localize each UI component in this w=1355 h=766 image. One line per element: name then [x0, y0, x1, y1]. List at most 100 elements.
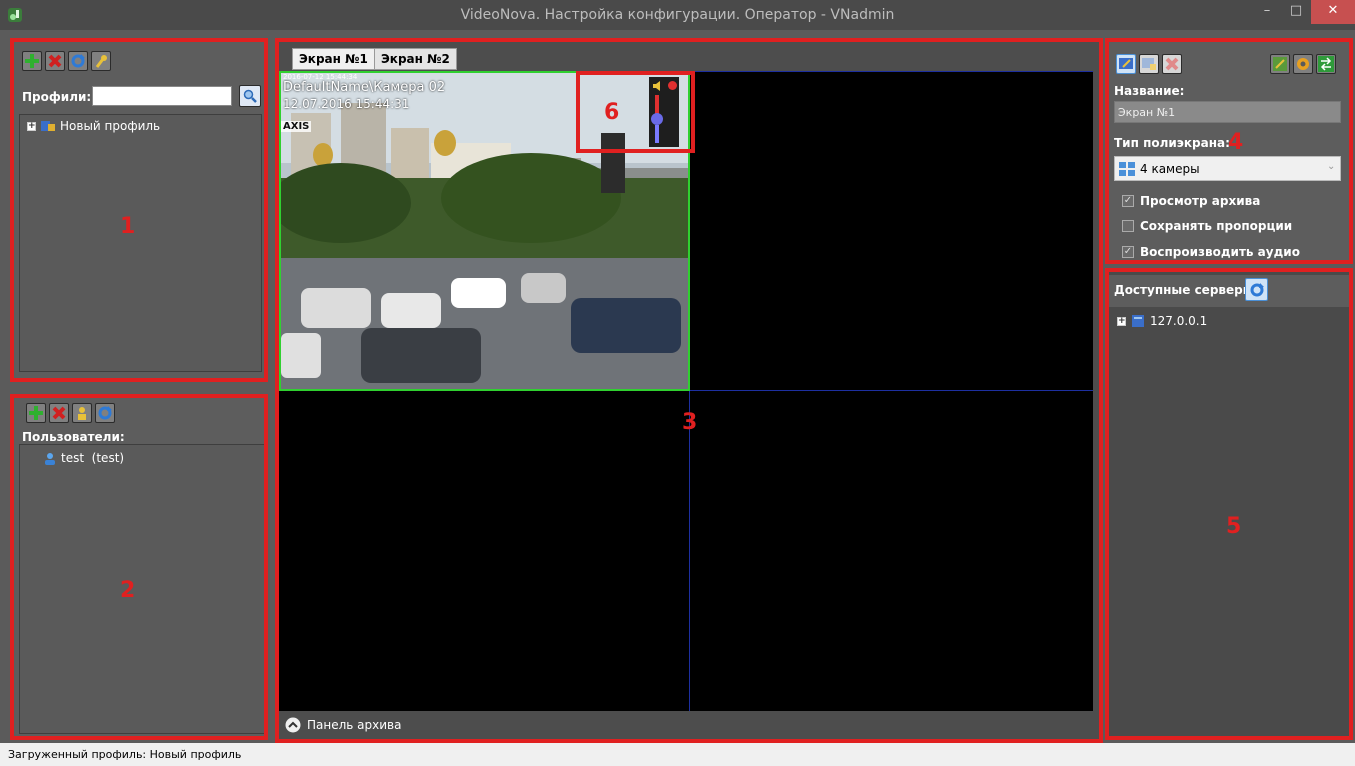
volume-slider-bottom: [655, 125, 659, 143]
screen-type-select[interactable]: 4 камеры ⌄: [1114, 156, 1341, 181]
title-bar: VideoNova. Настройка конфигурации. Опера…: [0, 0, 1355, 30]
annotation-label-4: 4: [1228, 130, 1244, 155]
expand-icon[interactable]: +: [27, 121, 36, 131]
delete-screen-button[interactable]: [1162, 54, 1182, 74]
checkbox-archive-view-label: Просмотр архива: [1140, 194, 1261, 208]
delete-profile-button[interactable]: [45, 51, 65, 71]
four-cameras-icon: [1119, 162, 1135, 176]
swap-button[interactable]: [1316, 54, 1336, 74]
delete-x-icon: [1165, 57, 1179, 71]
camera-video-frame: [281, 73, 688, 389]
checkbox-keep-proportions-label: Сохранять пропорции: [1140, 219, 1293, 233]
add-user-button[interactable]: [26, 403, 46, 423]
screen-edit-icon: [1119, 58, 1133, 69]
expand-icon[interactable]: +: [1117, 316, 1126, 326]
servers-label: Доступные серверы:: [1114, 283, 1259, 297]
speaker-icon[interactable]: [652, 80, 664, 92]
users-label: Пользователи:: [22, 430, 125, 444]
edit-profile-button[interactable]: [91, 51, 111, 71]
volume-slider-handle[interactable]: [651, 113, 663, 125]
checkbox-play-audio-label: Воспроизводить аудио: [1140, 245, 1300, 259]
server-tree-item[interactable]: + 127.0.0.1: [1117, 314, 1207, 328]
refresh-servers-button[interactable]: [1245, 278, 1268, 301]
user-list-item[interactable]: test (test): [44, 451, 124, 465]
search-icon: [243, 89, 257, 103]
properties-toolbar-left: [1116, 54, 1182, 74]
archive-panel-toggle[interactable]: Панель архива: [279, 711, 1093, 739]
tab-screen-1[interactable]: Экран №1: [292, 48, 375, 70]
tab-screen-2[interactable]: Экран №2: [374, 48, 457, 70]
add-screen-icon: [1142, 58, 1156, 70]
chevron-up-icon: [285, 717, 301, 733]
profiles-tree[interactable]: [19, 114, 262, 372]
axis-logo: AXIS: [281, 121, 312, 132]
server-icon: [1132, 315, 1144, 327]
edit-screen-button[interactable]: [1116, 54, 1136, 74]
plus-icon: [25, 54, 39, 68]
layout-edit-icon: [1273, 57, 1287, 71]
close-button[interactable]: ✕: [1311, 0, 1355, 24]
profile-icon: [41, 121, 55, 131]
checkbox-play-audio-box[interactable]: ✓: [1122, 246, 1134, 258]
checkbox-keep-proportions-box[interactable]: [1122, 220, 1134, 232]
annotation-label-2: 2: [120, 578, 136, 603]
annotation-label-3: 3: [682, 410, 698, 435]
user-icon: [45, 452, 55, 465]
camera-name-overlay: DefaultName\Камера 02: [283, 80, 446, 95]
maximize-button[interactable]: □: [1281, 0, 1311, 24]
volume-slider-top: [655, 95, 659, 115]
refresh-icon: [1250, 282, 1264, 296]
checkbox-archive-view-box[interactable]: ✓: [1122, 195, 1134, 207]
swap-arrows-icon: [1318, 56, 1334, 72]
checkbox-keep-proportions[interactable]: Сохранять пропорции: [1122, 219, 1292, 233]
status-text: Загруженный профиль: Новый профиль: [8, 748, 242, 761]
refresh-icon: [98, 406, 112, 420]
users-toolbar: [26, 403, 115, 423]
archive-panel-label: Панель архива: [307, 718, 402, 732]
settings-button[interactable]: [1293, 54, 1313, 74]
profiles-search-input[interactable]: [92, 86, 232, 106]
servers-panel: [1105, 268, 1353, 740]
profiles-search-label: Профили:: [22, 90, 92, 104]
camera-datetime-overlay: 12.07.2016 15:44:31: [283, 97, 410, 111]
screen-type-label: Тип полиэкрана:: [1114, 136, 1230, 150]
annotation-label-6: 6: [604, 100, 620, 125]
delete-x-icon: [52, 406, 66, 420]
layout-settings-button[interactable]: [1270, 54, 1290, 74]
delete-user-button[interactable]: [49, 403, 69, 423]
add-screen-button[interactable]: [1139, 54, 1159, 74]
users-list[interactable]: [19, 444, 268, 734]
add-profile-button[interactable]: [22, 51, 42, 71]
user-key-icon: [78, 407, 86, 420]
user-name: test (test): [61, 451, 125, 465]
properties-toolbar-right: [1270, 54, 1336, 74]
profile-tree-item[interactable]: + Новый профиль: [27, 119, 160, 133]
screen-type-value: 4 камеры: [1140, 162, 1200, 176]
chevron-down-icon: ⌄: [1327, 161, 1336, 172]
name-label: Название:: [1114, 84, 1185, 98]
checkbox-archive-view[interactable]: ✓ Просмотр архива: [1122, 194, 1260, 208]
refresh-icon: [71, 54, 85, 68]
checkbox-play-audio[interactable]: ✓ Воспроизводить аудио: [1122, 245, 1300, 259]
screen-name-input[interactable]: [1114, 101, 1341, 123]
delete-x-icon: [48, 54, 62, 68]
refresh-users-button[interactable]: [95, 403, 115, 423]
camera-cell-1[interactable]: 2016-07-12 15:44:34 DefaultName\Камера 0…: [279, 71, 690, 391]
camera-controls: [649, 77, 679, 147]
status-bar: Загруженный профиль: Новый профиль: [0, 743, 1355, 766]
plus-icon: [29, 406, 43, 420]
annotation-label-1: 1: [120, 214, 136, 239]
profiles-toolbar: [22, 51, 111, 71]
server-address: 127.0.0.1: [1150, 314, 1208, 328]
wrench-icon: [95, 55, 107, 68]
minimize-button[interactable]: –: [1252, 0, 1282, 24]
recording-indicator-icon: [668, 81, 677, 90]
user-properties-button[interactable]: [72, 403, 92, 423]
refresh-profiles-button[interactable]: [68, 51, 88, 71]
grid-divider-top: [689, 71, 1093, 72]
window-title: VideoNova. Настройка конфигурации. Опера…: [460, 7, 895, 23]
profiles-search-button[interactable]: [239, 85, 261, 107]
profile-name: Новый профиль: [60, 119, 161, 133]
annotation-label-5: 5: [1226, 514, 1242, 539]
gear-icon: [1297, 58, 1309, 70]
